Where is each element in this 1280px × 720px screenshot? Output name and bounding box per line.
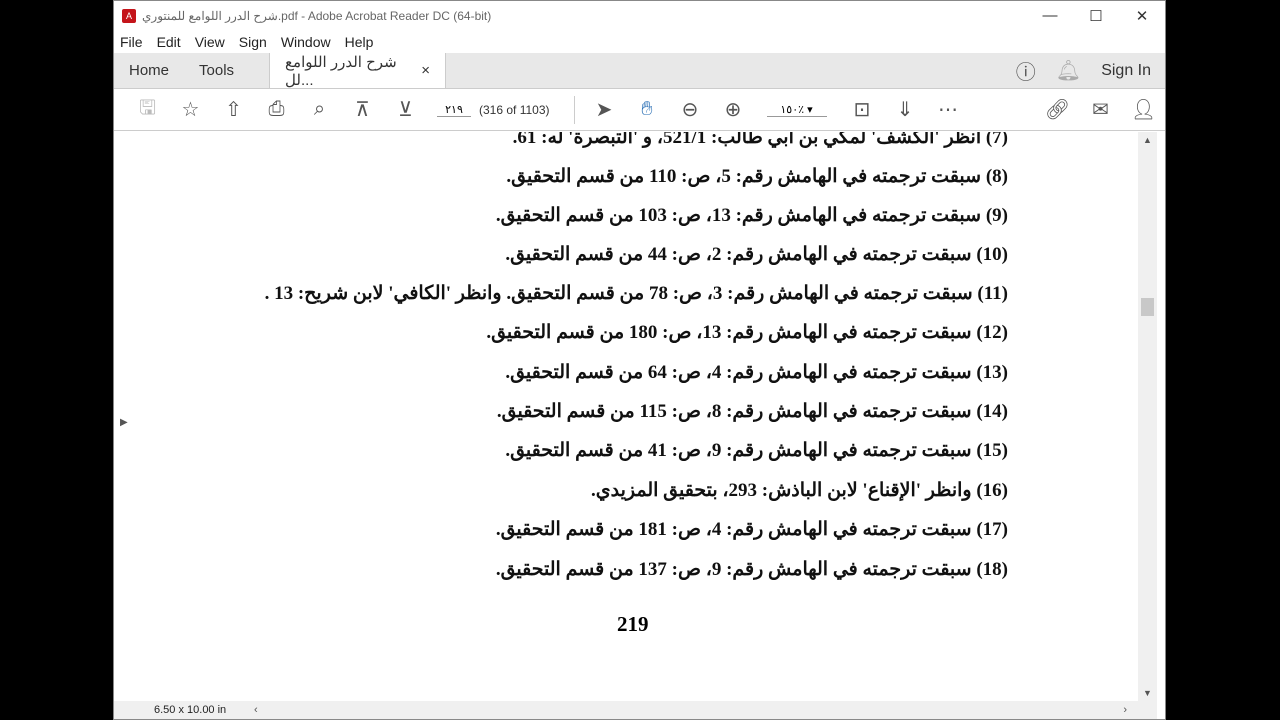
close-window-button[interactable]: ✕ bbox=[1119, 7, 1165, 25]
help-icon[interactable]: ⓘ bbox=[1016, 56, 1036, 85]
select-cursor-icon[interactable]: ➤ bbox=[583, 97, 626, 122]
footnote-line: (7) انظر 'الكشف' لمكي بن ابي طالب: 521/1… bbox=[512, 132, 1008, 148]
zoom-select[interactable]: ١٥٠٪ ▾ bbox=[766, 103, 827, 117]
scroll-right-icon[interactable]: › bbox=[1123, 704, 1127, 716]
footnote-line: (14) سبقت ترجمته في الهامش رقم: 8، ص: 11… bbox=[496, 401, 1008, 422]
add-user-icon[interactable]: 👤︎ bbox=[1122, 97, 1165, 122]
sign-in-button[interactable]: Sign In bbox=[1101, 62, 1151, 80]
acrobat-pdf-icon: A bbox=[122, 9, 136, 23]
menu-edit[interactable]: Edit bbox=[157, 34, 181, 50]
footnote-line: (16) وانظر 'الإقناع' لابن الباذش: 293، ب… bbox=[590, 480, 1008, 501]
footnote-line: (9) سبقت ترجمته في الهامش رقم: 13، ص: 10… bbox=[495, 205, 1008, 226]
minimize-button[interactable]: — bbox=[1027, 7, 1073, 25]
footnote-line: (10) سبقت ترجمته في الهامش رقم: 2، ص: 44… bbox=[505, 244, 1008, 265]
scroll-up-icon[interactable]: ▲ bbox=[1143, 135, 1152, 145]
email-icon[interactable]: ✉ bbox=[1079, 97, 1122, 122]
footnote-line: (12) سبقت ترجمته في الهامش رقم: 13، ص: 1… bbox=[486, 322, 1008, 343]
page-size: 6.50 x 10.00 in bbox=[154, 704, 227, 716]
menu-view[interactable]: View bbox=[195, 34, 225, 50]
menu-help[interactable]: Help bbox=[345, 34, 374, 50]
tab-document-label: شرح الدرر اللوامع لل... bbox=[285, 53, 397, 89]
zoom-out-icon[interactable]: ⊖ bbox=[669, 97, 712, 122]
print-icon[interactable]: ⎙ bbox=[255, 98, 298, 121]
tab-bar: Home Tools شرح الدرر اللوامع لل... × ⓘ 🔔… bbox=[114, 53, 1165, 89]
status-bar: 6.50 x 10.00 in ‹ › bbox=[114, 701, 1157, 719]
tab-document[interactable]: شرح الدرر اللوامع لل... × bbox=[269, 53, 447, 89]
vertical-scrollbar[interactable]: ▲ ▼ bbox=[1138, 132, 1157, 701]
scroll-down-icon[interactable]: ▼ bbox=[1143, 688, 1152, 698]
upload-cloud-icon[interactable]: ⇧ bbox=[212, 97, 255, 122]
toolbar: 🖫 ☆ ⇧ ⎙ ⌕ ⊼ ⊻ ٢١٩ (316 of 1103) ➤ ✋︎ ⊖ ⊕… bbox=[114, 89, 1165, 131]
next-page-icon[interactable]: ⊻ bbox=[384, 97, 427, 122]
tab-home[interactable]: Home bbox=[114, 53, 184, 88]
zoom-value: ١٥٠٪ bbox=[780, 103, 805, 116]
notification-bell-icon[interactable]: 🔔︎ bbox=[1056, 58, 1081, 83]
fit-page-icon[interactable]: ⊡ bbox=[841, 97, 884, 122]
menu-bar: File Edit View Sign Window Help bbox=[114, 31, 1165, 53]
menu-file[interactable]: File bbox=[120, 34, 143, 50]
bookmark-star-icon[interactable]: ☆ bbox=[169, 97, 212, 122]
page-number: 219 bbox=[617, 612, 649, 636]
footnote-line: (17) سبقت ترجمته في الهامش رقم: 4، ص: 18… bbox=[495, 519, 1008, 540]
previous-page-icon[interactable]: ⊼ bbox=[341, 97, 384, 122]
scroll-mode-icon[interactable]: ⇓ bbox=[884, 97, 927, 122]
toolbar-divider bbox=[573, 95, 575, 124]
tab-tools[interactable]: Tools bbox=[184, 53, 249, 88]
save-icon[interactable]: 🖫 bbox=[126, 93, 169, 127]
hand-tool-icon[interactable]: ✋︎ bbox=[626, 98, 669, 121]
scrollbar-thumb[interactable] bbox=[1141, 298, 1154, 316]
search-icon[interactable]: ⌕ bbox=[298, 98, 341, 121]
scroll-left-icon[interactable]: ‹ bbox=[254, 704, 258, 716]
page-number-input[interactable]: ٢١٩ bbox=[437, 103, 471, 117]
footnote-line: (11) سبقت ترجمته في الهامش رقم: 3، ص: 78… bbox=[264, 283, 1008, 304]
more-tools-icon[interactable]: ⋯ bbox=[927, 97, 970, 122]
footnote-line: (18) سبقت ترجمته في الهامش رقم: 9، ص: 13… bbox=[495, 559, 1008, 580]
acrobat-window: A شرح الدرر اللوامع للمنتوري.pdf - Adobe… bbox=[113, 0, 1166, 720]
expand-left-panel-icon[interactable]: ▶ bbox=[120, 417, 128, 428]
page-count: (316 of 1103) bbox=[479, 102, 550, 117]
menu-sign[interactable]: Sign bbox=[239, 34, 267, 50]
window-title: شرح الدرر اللوامع للمنتوري.pdf - Adobe A… bbox=[142, 9, 492, 23]
menu-window[interactable]: Window bbox=[281, 34, 331, 50]
share-link-icon[interactable]: 🔗︎ bbox=[1036, 97, 1079, 122]
footnote-line: (15) سبقت ترجمته في الهامش رقم: 9، ص: 41… bbox=[505, 440, 1008, 461]
zoom-in-icon[interactable]: ⊕ bbox=[712, 97, 755, 122]
close-tab-icon[interactable]: × bbox=[421, 62, 430, 79]
maximize-button[interactable]: ☐ bbox=[1073, 7, 1119, 25]
footnote-line: (13) سبقت ترجمته في الهامش رقم: 4، ص: 64… bbox=[505, 362, 1008, 383]
title-bar: A شرح الدرر اللوامع للمنتوري.pdf - Adobe… bbox=[114, 1, 1165, 31]
footnote-line: (8) سبقت ترجمته في الهامش رقم: 5، ص: 110… bbox=[506, 166, 1008, 187]
document-view[interactable]: ▶ (7) انظر 'الكشف' لمكي بن ابي طالب: 521… bbox=[114, 132, 1138, 701]
